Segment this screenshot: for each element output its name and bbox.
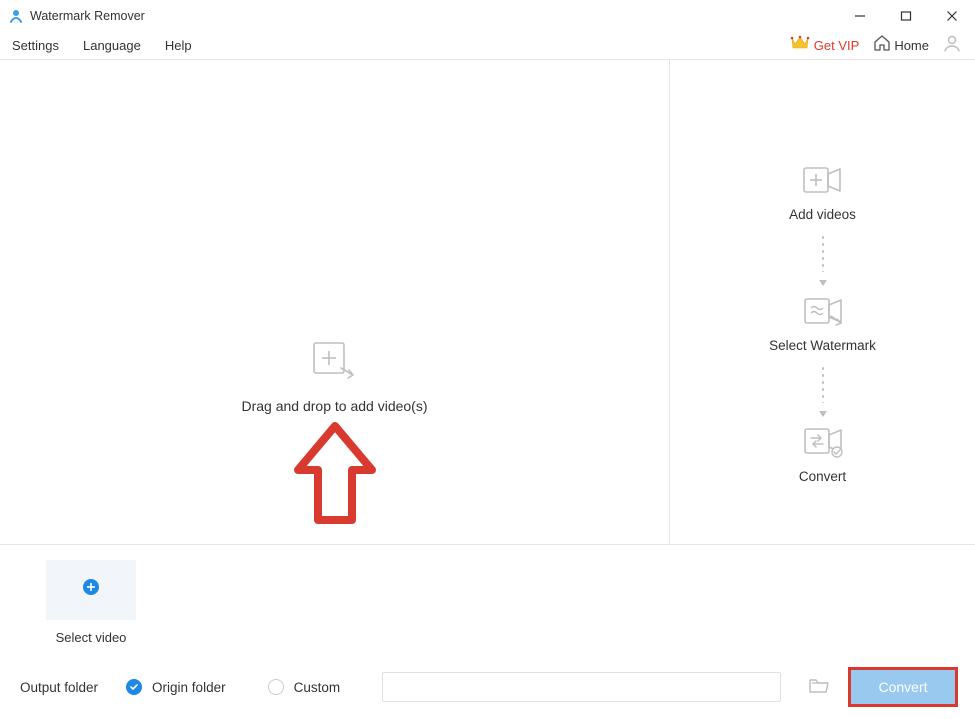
- home-label: Home: [894, 38, 929, 53]
- select-video-label: Select video: [56, 630, 127, 645]
- app-title: Watermark Remover: [30, 9, 145, 23]
- step-add-videos: Add videos: [789, 165, 856, 222]
- menu-language[interactable]: Language: [83, 38, 141, 53]
- menubar: Settings Language Help Get VIP Home: [0, 32, 975, 60]
- add-video-icon: [242, 340, 428, 380]
- folder-icon: [808, 676, 830, 699]
- get-vip-label: Get VIP: [814, 38, 860, 53]
- step-convert-label: Convert: [799, 469, 846, 484]
- step-select-watermark: Select Watermark: [769, 296, 876, 353]
- convert-step-icon: [801, 427, 845, 457]
- home-button[interactable]: Home: [873, 35, 929, 56]
- get-vip-button[interactable]: Get VIP: [790, 35, 860, 56]
- radio-checked-icon: [126, 679, 142, 695]
- radio-custom-label: Custom: [294, 680, 341, 695]
- radio-origin-folder[interactable]: Origin folder: [126, 679, 226, 695]
- output-bar: Output folder Origin folder Custom Conve…: [0, 659, 975, 715]
- maximize-button[interactable]: [883, 0, 929, 32]
- convert-button[interactable]: Convert: [851, 670, 955, 704]
- menu-settings[interactable]: Settings: [12, 38, 59, 53]
- drop-center: Drag and drop to add video(s): [242, 340, 428, 414]
- main-area: Drag and drop to add video(s) Add videos: [0, 60, 975, 544]
- crown-icon: [790, 35, 810, 56]
- radio-custom[interactable]: Custom: [268, 679, 341, 695]
- select-video-strip: Select video: [0, 544, 975, 659]
- up-arrow-annotation-icon: [290, 420, 380, 535]
- chevron-down-icon: [819, 280, 827, 286]
- plus-icon: [82, 578, 100, 601]
- minimize-button[interactable]: [837, 0, 883, 32]
- step-convert: Convert: [799, 427, 846, 484]
- chevron-down-icon: [819, 411, 827, 417]
- convert-button-wrap: Convert: [851, 670, 955, 704]
- select-video-tile[interactable]: [46, 560, 136, 620]
- drop-panel[interactable]: Drag and drop to add video(s): [0, 60, 670, 544]
- step-select-watermark-label: Select Watermark: [769, 338, 876, 353]
- user-button[interactable]: [941, 35, 963, 57]
- step-connector-icon: [822, 365, 824, 403]
- step-connector-icon: [822, 234, 824, 272]
- radio-unchecked-icon: [268, 679, 284, 695]
- home-icon: [873, 35, 891, 56]
- step-add-videos-label: Add videos: [789, 207, 856, 222]
- convert-button-label: Convert: [878, 679, 927, 695]
- window-controls: [837, 0, 975, 32]
- browse-folder-button[interactable]: [805, 673, 833, 701]
- add-video-step-icon: [800, 165, 844, 195]
- user-icon: [942, 33, 962, 58]
- output-path-input[interactable]: [382, 672, 781, 702]
- app-icon: [8, 8, 24, 24]
- drop-label: Drag and drop to add video(s): [242, 398, 428, 414]
- titlebar: Watermark Remover: [0, 0, 975, 32]
- output-folder-label: Output folder: [20, 680, 98, 695]
- close-button[interactable]: [929, 0, 975, 32]
- steps-panel: Add videos Select Watermark: [670, 60, 975, 544]
- menu-help[interactable]: Help: [165, 38, 192, 53]
- select-watermark-step-icon: [801, 296, 845, 326]
- radio-origin-label: Origin folder: [152, 680, 226, 695]
